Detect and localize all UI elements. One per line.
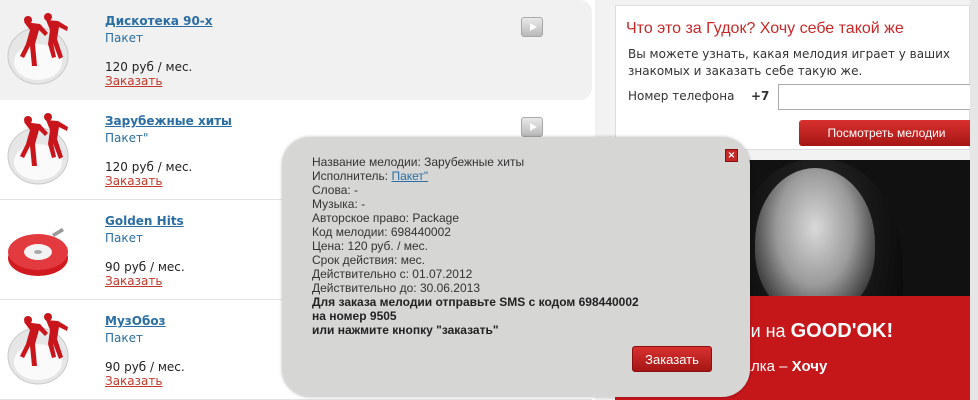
phone-input[interactable] <box>778 84 973 110</box>
order-link[interactable]: Заказать <box>105 174 162 188</box>
page: Дискотека 90-х Пакет 120 руб / мес. Зака… <box>0 0 978 400</box>
item-title[interactable]: Зарубежные хиты <box>105 114 232 128</box>
melody-code: Код мелодии: 698440002 <box>312 225 451 239</box>
melody-valid-from: Действительно с: 01.07.2012 <box>312 267 473 281</box>
item-subtitle[interactable]: Пакет" <box>105 131 149 145</box>
lookup-box: Что это за Гудок? Хочу себе такой же Вы … <box>615 5 974 150</box>
sms-instruction-1: Для заказа мелодии отправьте SMS с кодом… <box>312 295 639 309</box>
banner-line-1: ви на GOOD'OK! <box>741 320 894 342</box>
item-title[interactable]: МузОбоз <box>105 314 166 328</box>
melody-info: Название мелодии: Зарубежные хиты Исполн… <box>312 155 639 337</box>
banner-line-2: Елка – Хочу <box>741 358 828 375</box>
play-button[interactable] <box>521 17 543 37</box>
item-price: 120 руб / мес. <box>105 160 193 174</box>
phone-label: Номер телефона <box>628 89 735 103</box>
sms-instruction-3: или нажмите кнопку "заказать" <box>312 323 499 337</box>
melody-valid-to: Действительно до: 30.06.2013 <box>312 281 481 295</box>
item-title[interactable]: Golden Hits <box>105 214 184 228</box>
item-subtitle[interactable]: Пакет <box>105 231 143 245</box>
item-title[interactable]: Дискотека 90-х <box>105 14 213 28</box>
phone-prefix: +7 <box>751 89 770 103</box>
melody-artist: Исполнитель: Пакет" <box>312 169 429 183</box>
melody-music: Музыка: - <box>312 197 366 211</box>
order-link[interactable]: Заказать <box>105 274 162 288</box>
melody-words: Слова: - <box>312 183 359 197</box>
dancers-icon[interactable] <box>6 312 70 386</box>
show-melodies-button[interactable]: Посмотреть мелодии <box>799 120 974 146</box>
order-link[interactable]: Заказать <box>105 374 162 388</box>
melody-period: Срок действия: мес. <box>312 253 425 267</box>
item-price: 90 руб / мес. <box>105 360 185 374</box>
order-link[interactable]: Заказать <box>105 74 162 88</box>
lookup-description: Вы можете узнать, какая мелодия играет у… <box>628 47 950 78</box>
item-price: 90 руб / мес. <box>105 260 185 274</box>
melody-copyright: Авторское право: Package <box>312 211 460 225</box>
order-button[interactable]: Заказать <box>632 346 712 372</box>
dancers-icon[interactable] <box>6 12 70 86</box>
list-item: Дискотека 90-х Пакет 120 руб / мес. Зака… <box>0 0 592 100</box>
artist-link[interactable]: Пакет" <box>391 169 428 183</box>
play-button[interactable] <box>521 117 543 137</box>
scrollbar[interactable] <box>970 0 978 400</box>
dancers-icon[interactable] <box>6 112 70 186</box>
sms-instruction-2: на номер 9505 <box>312 309 397 323</box>
lookup-heading: Что это за Гудок? Хочу себе такой же <box>626 20 904 37</box>
melody-name: Название мелодии: Зарубежные хиты <box>312 155 525 169</box>
melody-info-popup: × Название мелодии: Зарубежные хиты Испо… <box>282 137 750 397</box>
item-subtitle[interactable]: Пакет <box>105 31 143 45</box>
item-price: 120 руб / мес. <box>105 60 193 74</box>
item-subtitle[interactable]: Пакет <box>105 331 143 345</box>
close-icon[interactable]: × <box>725 149 738 162</box>
melody-price: Цена: 120 руб. / мес. <box>312 239 429 253</box>
vinyl-icon[interactable] <box>6 212 70 286</box>
